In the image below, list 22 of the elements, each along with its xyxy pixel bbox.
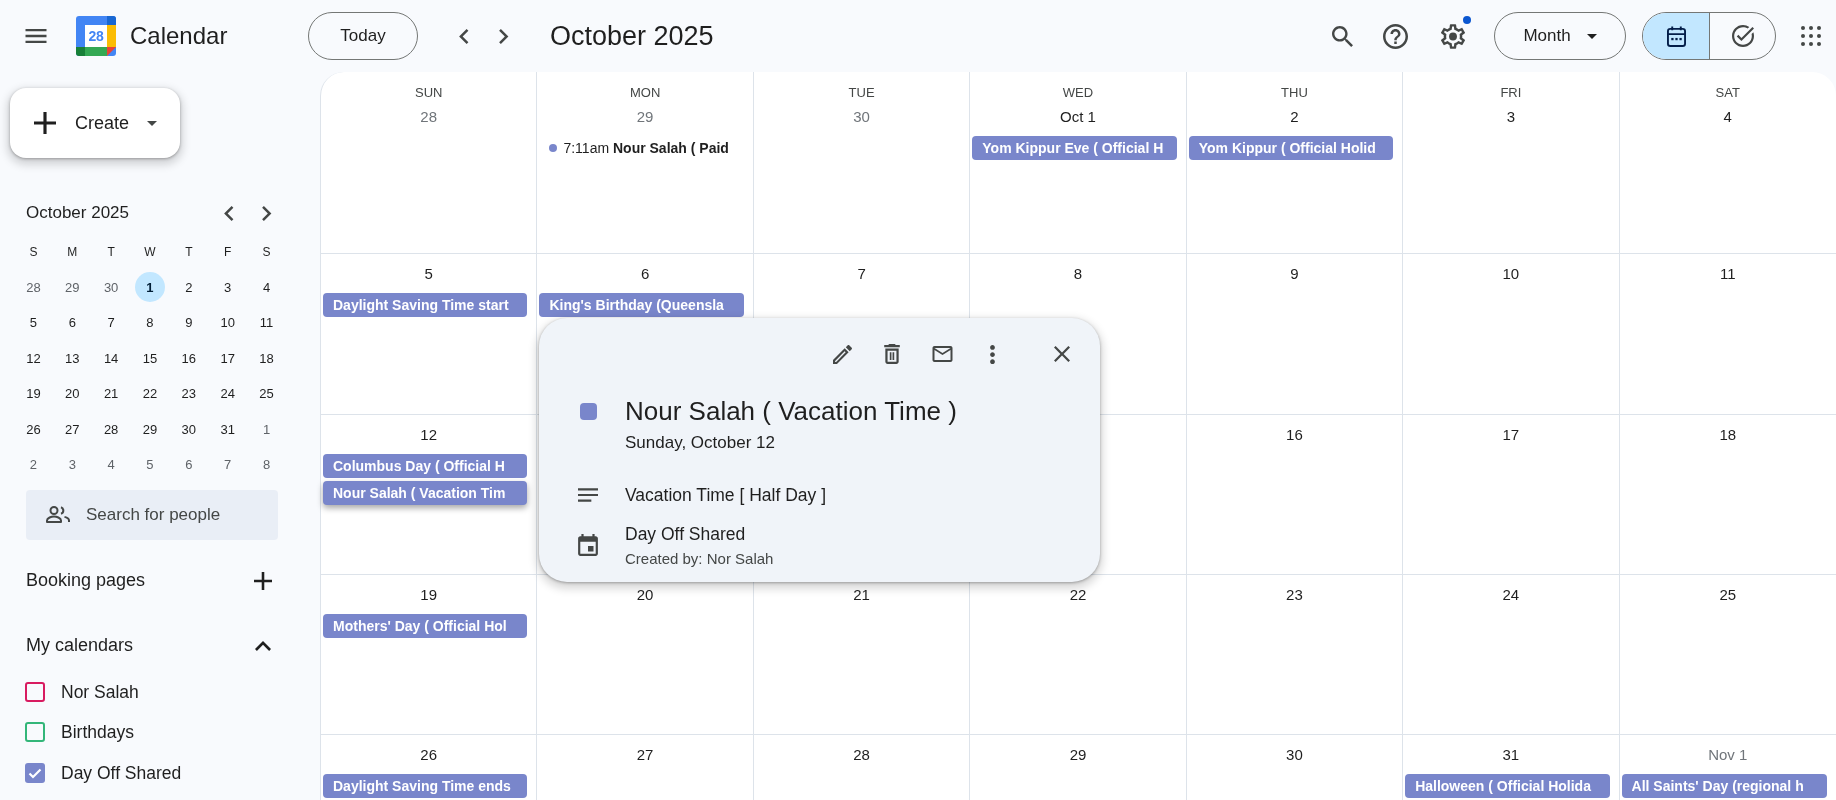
weekday-label: WED (1062, 85, 1094, 101)
weekday-label: MON (629, 85, 661, 101)
weekday-letter: S (262, 243, 271, 260)
created-by-text: Created by: Nor Salah (625, 549, 774, 568)
weekday-letter: S (29, 243, 38, 260)
mini-month-title: October 2025 (26, 202, 130, 225)
event-date: Sunday, October 12 (625, 432, 775, 454)
weekday-label: SAT (1715, 85, 1740, 101)
weekday-label: FRI (1500, 85, 1522, 101)
weekday-label: SUN (415, 85, 443, 101)
weekday-letter: F (224, 243, 232, 260)
section-title: Booking pages (26, 569, 147, 592)
weekday-label: TUE (848, 85, 875, 101)
weekday-label: THU (1281, 85, 1308, 101)
event-description: Vacation Time [ Half Day ] (625, 484, 826, 507)
weekday-letter: T (185, 243, 193, 260)
weekday-letter: M (67, 243, 78, 260)
period-title: October 2025 (550, 20, 714, 53)
event-title: Nour Salah ( Vacation Time ) (625, 395, 957, 428)
weekday-letter: T (107, 243, 115, 260)
weekday-letter: W (144, 243, 156, 260)
event-source-text: Day Off Shared (625, 523, 746, 546)
